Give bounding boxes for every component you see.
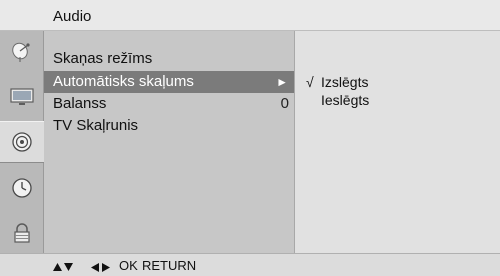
return-hint: RETURN [142, 258, 197, 273]
category-setup[interactable] [0, 31, 44, 73]
option-on[interactable]: Ieslēgts [295, 90, 500, 110]
checkmark-icon: √ [306, 74, 314, 90]
satellite-dish-icon [12, 42, 30, 62]
option-label: Izslēgts [321, 74, 369, 90]
option-label: Ieslēgts [321, 92, 370, 108]
lock-icon [14, 223, 30, 243]
balance-value: 0 [280, 95, 289, 112]
menu-item-tv-speaker[interactable]: TV Skaļrunis [44, 115, 294, 137]
help-bar: OK RETURN [0, 253, 500, 276]
clock-icon [12, 178, 32, 198]
menu-item-label: Skaņas režīms [53, 50, 153, 67]
right-arrow-icon [102, 263, 110, 272]
auto-volume-submenu: √ Izslēgts Ieslēgts [294, 31, 500, 253]
page-title: Audio [53, 8, 92, 25]
category-icon-strip [0, 31, 44, 253]
monitor-icon [10, 88, 34, 105]
submenu-arrow-icon: ► [276, 75, 288, 89]
option-off[interactable]: √ Izslēgts [295, 72, 500, 92]
title-bar: Audio [0, 0, 500, 31]
ok-hint: OK [119, 258, 138, 273]
up-arrow-icon [53, 263, 62, 271]
menu-item-label: Automātisks skaļums [53, 73, 194, 90]
speaker-icon [12, 132, 32, 152]
down-arrow-icon [64, 263, 73, 271]
menu-item-sound-mode[interactable]: Skaņas režīms [44, 48, 294, 70]
category-audio[interactable] [0, 121, 44, 163]
menu-item-balance[interactable]: Balanss 0 [44, 93, 294, 115]
menu-item-label: TV Skaļrunis [53, 117, 139, 134]
menu-item-label: Balanss [53, 95, 107, 112]
category-lock[interactable] [0, 212, 44, 254]
category-picture[interactable] [0, 76, 44, 118]
category-time[interactable] [0, 167, 44, 209]
left-arrow-icon [91, 263, 99, 272]
audio-menu-panel: Skaņas režīms Automātisks skaļums ► Bala… [44, 31, 294, 253]
menu-item-auto-volume[interactable]: Automātisks skaļums ► [44, 71, 294, 93]
